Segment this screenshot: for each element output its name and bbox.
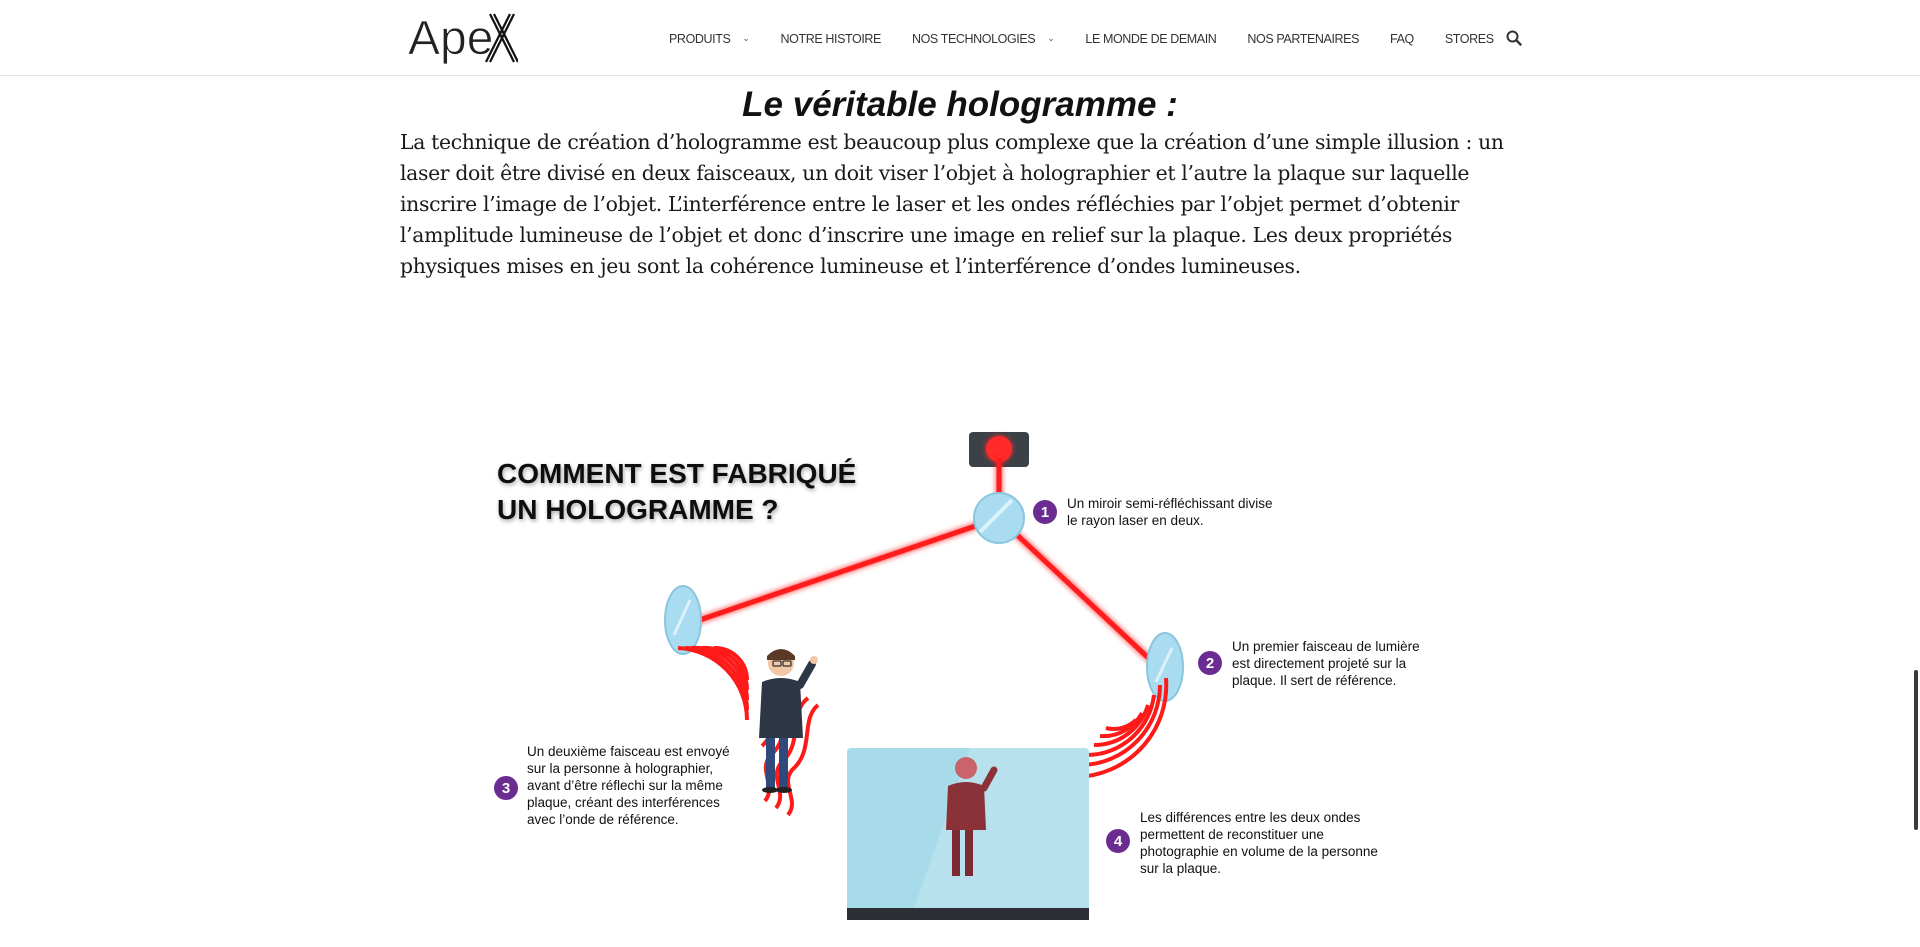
chevron-down-icon: ⌄ bbox=[742, 32, 750, 43]
step-3: 3 Un deuxième faisceau est envoyé sur la p… bbox=[494, 744, 730, 827]
object-wave-left bbox=[677, 645, 750, 721]
step-text-line: Un premier faisceau de lumière bbox=[1232, 639, 1420, 654]
nav-item-label: PRODUITS bbox=[669, 32, 731, 46]
search-icon[interactable] bbox=[1505, 29, 1523, 47]
step-number: 3 bbox=[502, 780, 510, 797]
step-text-line: Un deuxième faisceau est envoyé bbox=[527, 744, 730, 759]
logo-text: Ape bbox=[408, 12, 493, 64]
mirror-left bbox=[664, 585, 702, 655]
nav-item-nos-technologies[interactable]: NOS TECHNOLOGIES ⌄ bbox=[911, 32, 1055, 46]
step-text-line: permettent de reconstituer une bbox=[1140, 827, 1324, 842]
nav-item-produits[interactable]: PRODUITS ⌄ bbox=[669, 32, 750, 46]
nav-item-label: NOTRE HISTOIRE bbox=[780, 32, 882, 46]
illustration-heading-line1: COMMENT EST FABRIQUÉ bbox=[497, 458, 856, 489]
step-text-line: plaque, créant des interférences bbox=[527, 795, 720, 810]
nav-item-nos-partenaires[interactable]: NOS PARTENAIRES bbox=[1247, 32, 1359, 46]
step-text-line: avant d’être réflechi sur la même bbox=[527, 778, 723, 793]
step-1: 1 Un miroir semi-réfléchissant divise le r… bbox=[1033, 496, 1273, 528]
step-4: 4 Les différences entre les deux ondes per… bbox=[1106, 810, 1378, 876]
apex-logo[interactable]: Ape bbox=[406, 8, 518, 64]
nav-item-label: STORES bbox=[1444, 32, 1494, 46]
laser-beams bbox=[682, 457, 1161, 670]
semi-reflective-mirror bbox=[973, 492, 1025, 544]
step-text-line: sur la personne à holographier, bbox=[527, 761, 713, 776]
chevron-down-icon: ⌄ bbox=[1047, 32, 1055, 43]
nav-item-faq[interactable]: FAQ bbox=[1390, 32, 1414, 46]
holographic-plate bbox=[847, 748, 1089, 920]
step-number: 2 bbox=[1206, 655, 1214, 672]
hologram-illustration: COMMENT EST FABRIQUÉ UN HOLOGRAMME ? 1Un… bbox=[494, 432, 1420, 920]
site-header: Ape PRODUITS ⌄ NOTRE HISTOIRE NOS TECHNOLOG… bbox=[0, 0, 1920, 76]
main-nav: PRODUITS ⌄ NOTRE HISTOIRE NOS TECHNOLOGIES ⌄… bbox=[669, 29, 1525, 49]
step-text-line: le rayon laser en deux. bbox=[1067, 513, 1204, 528]
step-text-line: sur la plaque. bbox=[1140, 861, 1221, 876]
nav-item-label: NOS PARTENAIRES bbox=[1247, 32, 1360, 46]
step-text-line: Les différences entre les deux ondes bbox=[1140, 810, 1361, 825]
step-text-line: plaque. Il sert de référence. bbox=[1232, 673, 1396, 688]
nav-item-le-monde-de-demain[interactable]: LE MONDE DE DEMAIN bbox=[1085, 32, 1216, 46]
step-text-line: avec l’onde de référence. bbox=[527, 812, 679, 827]
nav-item-label: LE MONDE DE DEMAIN bbox=[1085, 32, 1217, 46]
illustration-heading-line2: UN HOLOGRAMME ? bbox=[497, 494, 779, 525]
step-text-line: est directement projeté sur la bbox=[1232, 656, 1407, 671]
page-scrollbar[interactable] bbox=[1914, 670, 1918, 830]
step-number: 1 bbox=[1041, 504, 1049, 521]
nav-item-label: NOS TECHNOLOGIES bbox=[911, 32, 1036, 46]
step-text-line: photographie en volume de la personne bbox=[1140, 844, 1378, 859]
section-title: Le véritable hologramme : bbox=[742, 85, 1178, 124]
nav-item-label: FAQ bbox=[1390, 32, 1414, 46]
nav-item-notre-histoire[interactable]: NOTRE HISTOIRE bbox=[780, 32, 882, 46]
section-paragraph: La technique de création d’hologramme es… bbox=[400, 130, 1504, 278]
step-text-line: Un miroir semi-réfléchissant divise bbox=[1067, 496, 1273, 511]
step-number: 4 bbox=[1114, 833, 1123, 850]
step-2: 2 Un premier faisceau de lumière est direc… bbox=[1198, 639, 1420, 688]
nav-item-stores[interactable]: STORES bbox=[1445, 32, 1494, 46]
